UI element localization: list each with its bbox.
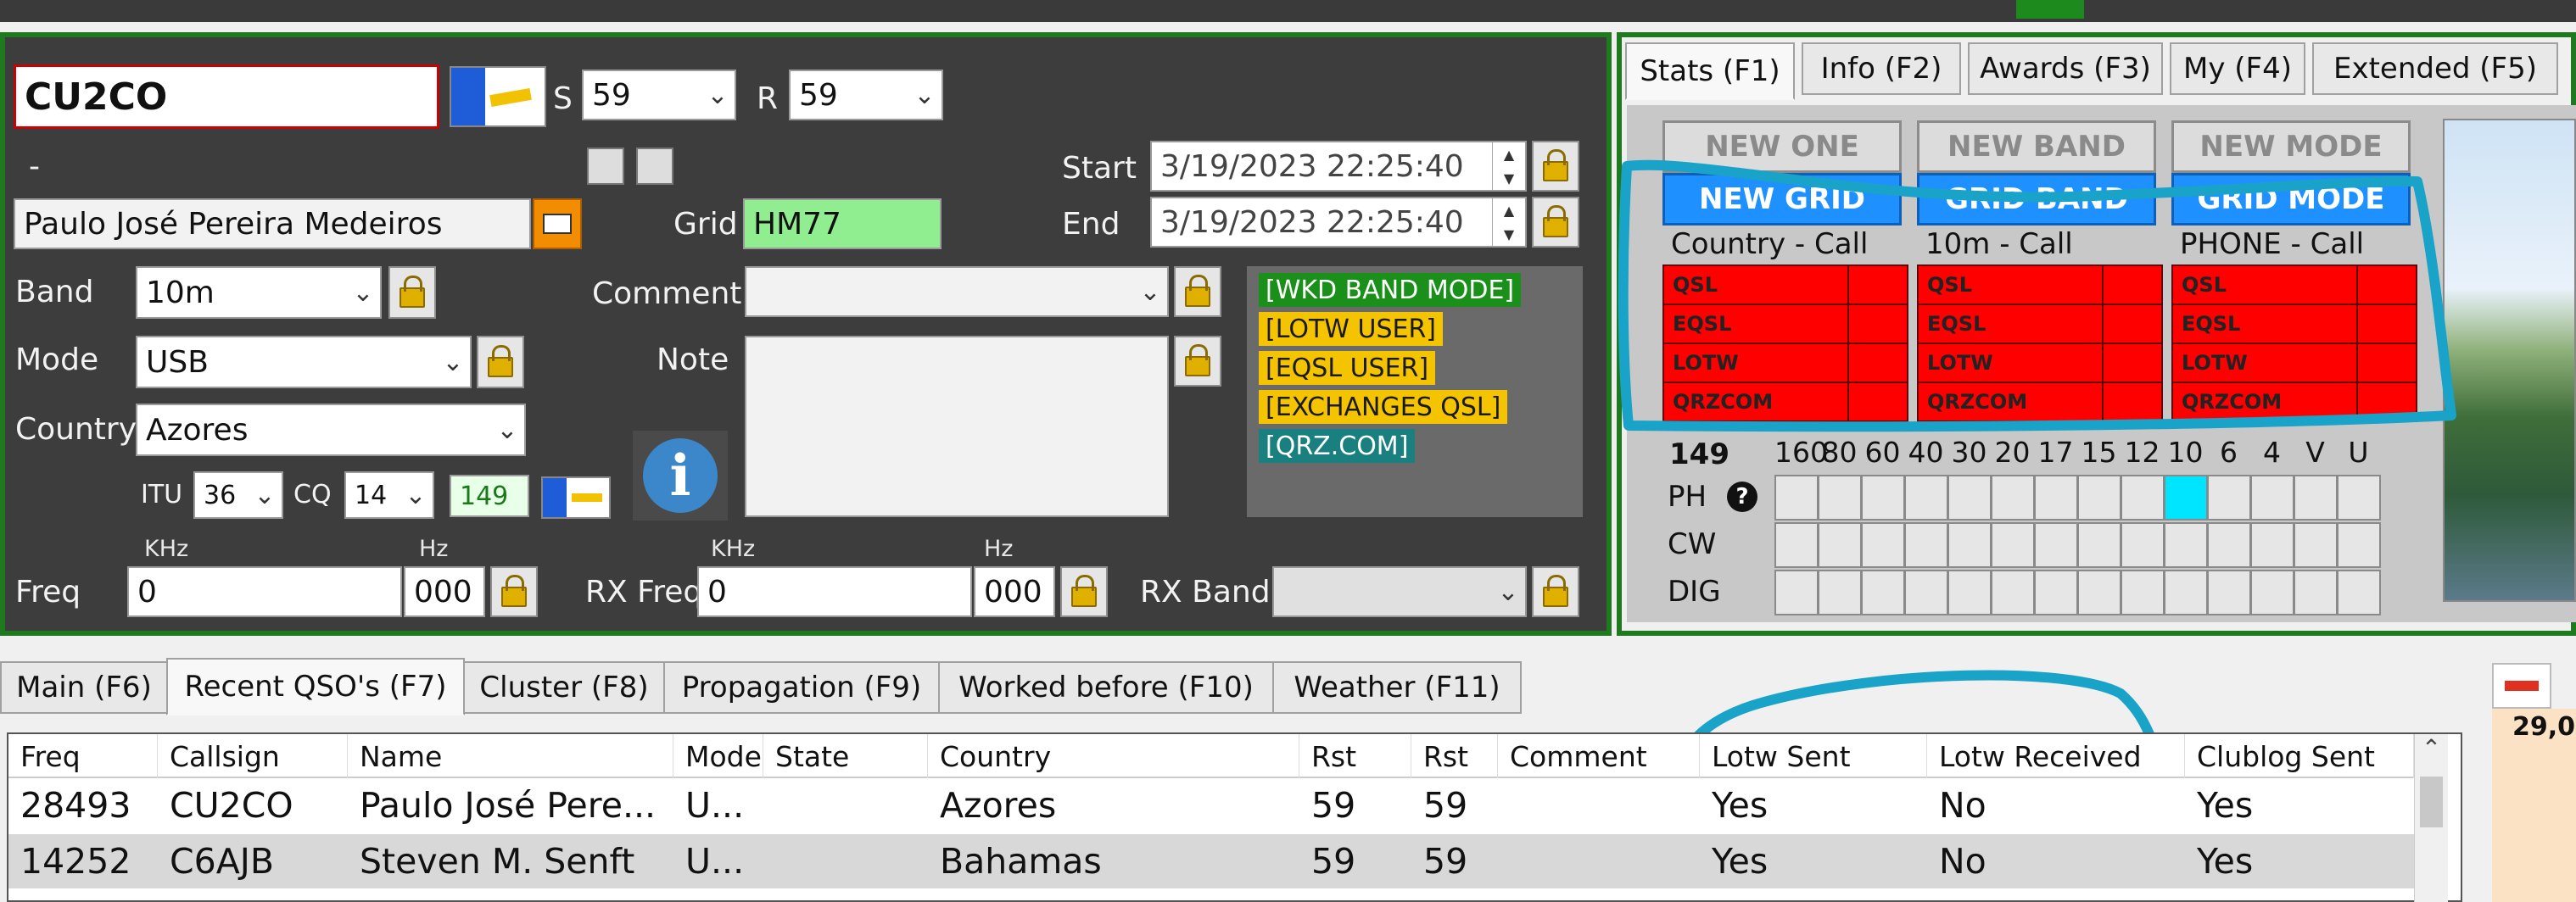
table-cell: Yes — [2197, 841, 2254, 882]
tab-bottom-3[interactable]: Cluster (F8) — [463, 661, 665, 714]
table-row[interactable]: 14252 C6AJB Steven M. Senft U... Bahamas 59 59… — [8, 834, 2414, 888]
column-header[interactable]: Name — [348, 734, 673, 778]
table-row[interactable]: 28493 CU2CO Paulo José Pere... U... Azores 59… — [8, 778, 2414, 832]
column-header[interactable]: Rst — [1299, 734, 1411, 778]
table-cell — [763, 834, 928, 888]
tab-bottom-4[interactable]: Propagation (F9) — [663, 661, 940, 714]
table-cell: U... — [685, 785, 745, 826]
table-cell: Yes — [2197, 785, 2254, 826]
column-header[interactable]: Comment — [1498, 734, 1700, 778]
table-cell: C6AJB — [170, 841, 274, 882]
table-cell — [1498, 834, 1700, 888]
scroll-up-icon[interactable]: ⌃ — [2415, 734, 2448, 777]
table-cell — [763, 778, 928, 832]
table-cell: No — [1939, 841, 1986, 882]
table-cell: Bahamas — [940, 841, 1102, 882]
table-header: Freq Callsign Name Mode State Country Rst Rst Co… — [8, 734, 2414, 778]
table-cell — [1498, 778, 1700, 832]
side-number: 29,0 — [2512, 712, 2576, 742]
table-cell: Yes — [1712, 841, 1769, 882]
table-cell: 59 — [1423, 785, 1468, 826]
tab-bottom-1[interactable]: Main (F6) — [0, 661, 168, 714]
column-header[interactable]: Lotw Sent — [1700, 734, 1927, 778]
column-header[interactable]: Clublog Sent — [2185, 734, 2414, 778]
table-cell: 28493 — [20, 785, 131, 826]
table-cell: Paulo José Pere... — [360, 785, 657, 826]
column-header[interactable]: Lotw Received — [1927, 734, 2185, 778]
column-header[interactable]: Freq — [8, 734, 158, 778]
column-header[interactable]: Mode — [673, 734, 763, 778]
minimize-button[interactable] — [2492, 663, 2551, 709]
table-cell: Steven M. Senft — [360, 841, 635, 882]
table-cell: 59 — [1423, 841, 1468, 882]
table-body: 28493 CU2CO Paulo José Pere... U... Azores 59… — [8, 778, 2414, 902]
bottom-tabs: Main (F6) Recent QSO's (F7) Cluster (F8) Pr… — [0, 658, 1527, 715]
table-scrollbar[interactable]: ⌃ — [2414, 734, 2448, 902]
column-header[interactable]: State — [763, 734, 928, 778]
table-cell: No — [1939, 785, 1986, 826]
tab-bottom-6[interactable]: Weather (F11) — [1272, 661, 1522, 714]
table-cell: 59 — [1311, 841, 1356, 882]
column-header[interactable]: Country — [928, 734, 1299, 778]
table-cell: 59 — [1311, 785, 1356, 826]
tab-bottom-2[interactable]: Recent QSO's (F7) — [166, 658, 465, 715]
column-header[interactable]: Rst — [1411, 734, 1498, 778]
table-cell: Azores — [940, 785, 1057, 826]
table-cell: U... — [685, 841, 745, 882]
table-cell: 14252 — [20, 841, 131, 882]
tab-bottom-5[interactable]: Worked before (F10) — [938, 661, 1274, 714]
column-header[interactable]: Callsign — [158, 734, 348, 778]
minus-icon — [2505, 681, 2539, 691]
annotation-stroke — [1618, 159, 2456, 432]
scroll-thumb[interactable] — [2420, 777, 2443, 827]
table-cell: CU2CO — [170, 785, 293, 826]
table-cell: Yes — [1712, 785, 1769, 826]
